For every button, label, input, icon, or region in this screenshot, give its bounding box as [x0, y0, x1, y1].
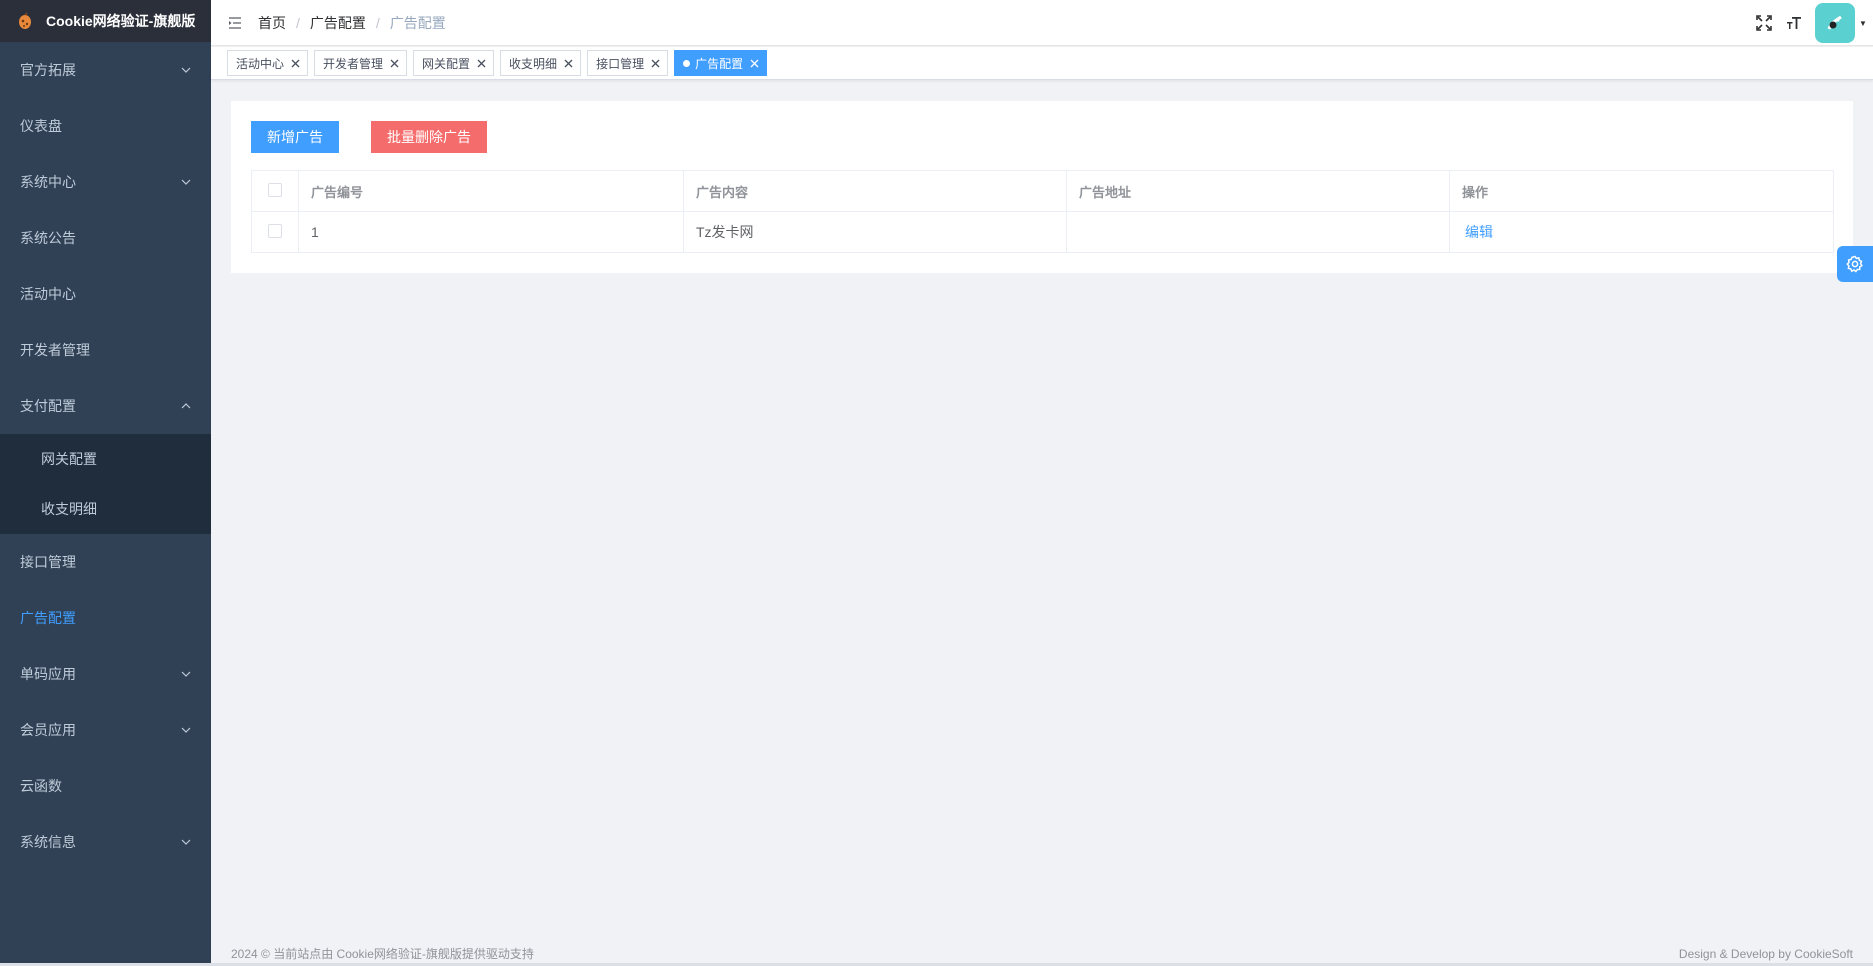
batch-delete-ad-button[interactable]: 批量删除广告: [371, 121, 487, 153]
sidebar-item-label: 系统信息: [20, 834, 76, 850]
close-icon[interactable]: [562, 57, 574, 69]
sidebar-item-label: 系统公告: [20, 230, 76, 246]
row-select-cell: [251, 211, 299, 253]
select-all-cell: [251, 170, 299, 212]
column-header-actions: 操作: [1449, 170, 1834, 212]
cell-content: Tz发卡网: [683, 211, 1067, 253]
ad-config-card: 新增广告 批量删除广告 广告编号 广告内容 广告地址 操作 1 Tz发卡网 编辑: [231, 101, 1853, 273]
sidebar-item-system-info[interactable]: 系统信息: [0, 814, 211, 870]
tag-label: 开发者管理: [323, 56, 384, 71]
sidebar-item-payment-config[interactable]: 支付配置: [0, 378, 211, 434]
add-ad-button[interactable]: 新增广告: [251, 121, 339, 153]
column-header-content: 广告内容: [683, 170, 1067, 212]
footer: 2024 © 当前站点由 Cookie网络验证-旗舰版提供驱动支持 Design…: [211, 944, 1873, 963]
fullscreen-icon[interactable]: [1755, 14, 1773, 32]
column-header-id: 广告编号: [298, 170, 684, 212]
sidebar-item-single-code-app[interactable]: 单码应用: [0, 646, 211, 702]
tag-ad-config[interactable]: 广告配置: [674, 50, 768, 76]
sidebar-item-label: 会员应用: [20, 722, 76, 738]
chevron-up-icon: [181, 401, 191, 411]
column-header-url: 广告地址: [1066, 170, 1450, 212]
sidebar-item-label: 单码应用: [20, 666, 76, 682]
cell-actions: 编辑: [1449, 211, 1834, 253]
close-icon[interactable]: [289, 57, 301, 69]
tag-api-management[interactable]: 接口管理: [587, 50, 669, 76]
cookie-logo-icon: [16, 12, 34, 30]
caret-down-icon[interactable]: ▼: [1859, 19, 1867, 28]
sidebar-item-income-expense[interactable]: 收支明细: [0, 484, 211, 534]
sidebar-item-label: 收支明细: [41, 501, 97, 517]
tag-label: 接口管理: [596, 56, 645, 71]
tag-label: 收支明细: [509, 56, 558, 71]
sidebar-item-label: 官方拓展: [20, 62, 76, 78]
menu-fold-icon[interactable]: [228, 16, 242, 30]
chevron-down-icon: [181, 669, 191, 679]
app-title: Cookie网络验证-旗舰版: [46, 13, 196, 29]
breadcrumb-separator: /: [296, 14, 300, 31]
tag-label: 广告配置: [695, 56, 744, 71]
avatar[interactable]: [1815, 3, 1855, 43]
breadcrumb: 首页 / 广告配置 / 广告配置: [258, 13, 446, 33]
close-icon[interactable]: [475, 57, 487, 69]
tag-developer-management[interactable]: 开发者管理: [314, 50, 408, 76]
close-icon[interactable]: [388, 57, 400, 69]
cell-id: 1: [298, 211, 684, 253]
breadcrumb-ad-config-parent[interactable]: 广告配置: [310, 13, 366, 33]
sidebar-item-member-app[interactable]: 会员应用: [0, 702, 211, 758]
chevron-down-icon: [181, 837, 191, 847]
close-icon[interactable]: [748, 57, 760, 69]
sidebar-item-label: 云函数: [20, 778, 62, 794]
sidebar-item-ad-config[interactable]: 广告配置: [0, 590, 211, 646]
chevron-down-icon: [181, 177, 191, 187]
sidebar-item-label: 支付配置: [20, 398, 76, 414]
navbar: 首页 / 广告配置 / 广告配置 ▼: [211, 0, 1873, 46]
logo[interactable]: Cookie网络验证-旗舰版: [0, 0, 211, 42]
sidebar-item-label: 接口管理: [20, 554, 76, 570]
tag-activity-center[interactable]: 活动中心: [227, 50, 309, 76]
close-icon[interactable]: [649, 57, 661, 69]
sidebar-item-label: 网关配置: [41, 451, 97, 467]
cell-url: [1066, 211, 1450, 253]
footer-copyright: 2024 © 当前站点由 Cookie网络验证-旗舰版提供驱动支持: [231, 947, 534, 961]
sidebar-item-developer-management[interactable]: 开发者管理: [0, 322, 211, 378]
sidebar-item-official-extension[interactable]: 官方拓展: [0, 42, 211, 98]
gear-icon: [1846, 255, 1863, 273]
table-header-row: 广告编号 广告内容 广告地址 操作: [251, 170, 1834, 212]
sidebar: Cookie网络验证-旗舰版 官方拓展 仪表盘 系统中心 系统公告 活动中心 开…: [0, 0, 211, 963]
tag-income-expense[interactable]: 收支明细: [500, 50, 582, 76]
sidebar-item-label: 广告配置: [20, 610, 76, 626]
footer-credit: Design & Develop by CookieSoft: [1678, 946, 1853, 961]
sidebar-item-dashboard[interactable]: 仪表盘: [0, 98, 211, 154]
breadcrumb-home[interactable]: 首页: [258, 13, 286, 33]
breadcrumb-current: 广告配置: [389, 14, 446, 31]
edit-link[interactable]: 编辑: [1465, 224, 1493, 240]
submenu-payment-config: 网关配置 收支明细: [0, 434, 211, 534]
row-checkbox[interactable]: [268, 223, 282, 238]
sidebar-item-cloud-function[interactable]: 云函数: [0, 758, 211, 814]
active-dot-icon: [683, 59, 691, 67]
breadcrumb-separator: /: [375, 14, 380, 31]
tag-gateway-config[interactable]: 网关配置: [413, 50, 495, 76]
chevron-down-icon: [181, 725, 191, 735]
sidebar-item-label: 活动中心: [20, 286, 76, 302]
sidebar-item-system-center[interactable]: 系统中心: [0, 154, 211, 210]
chevron-down-icon: [181, 65, 191, 75]
settings-float-button[interactable]: [1837, 246, 1873, 282]
font-size-icon[interactable]: [1785, 14, 1803, 32]
sidebar-item-gateway-config[interactable]: 网关配置: [0, 434, 211, 484]
sidebar-item-activity-center[interactable]: 活动中心: [0, 266, 211, 322]
ad-table: 广告编号 广告内容 广告地址 操作 1 Tz发卡网 编辑: [251, 170, 1834, 253]
select-all-checkbox[interactable]: [268, 182, 282, 197]
tag-label: 活动中心: [236, 56, 285, 71]
navbar-right: ▼: [1755, 0, 1873, 46]
sidebar-item-system-notice[interactable]: 系统公告: [0, 210, 211, 266]
sidebar-item-api-management[interactable]: 接口管理: [0, 534, 211, 590]
sidebar-item-label: 开发者管理: [20, 342, 90, 358]
tag-label: 网关配置: [422, 56, 471, 71]
tags-view: 活动中心 开发者管理 网关配置 收支明细 接口管理 广告配置: [211, 47, 1873, 80]
sidebar-item-label: 仪表盘: [20, 118, 62, 134]
table-row: 1 Tz发卡网 编辑: [251, 211, 1834, 253]
sidebar-item-label: 系统中心: [20, 174, 76, 190]
